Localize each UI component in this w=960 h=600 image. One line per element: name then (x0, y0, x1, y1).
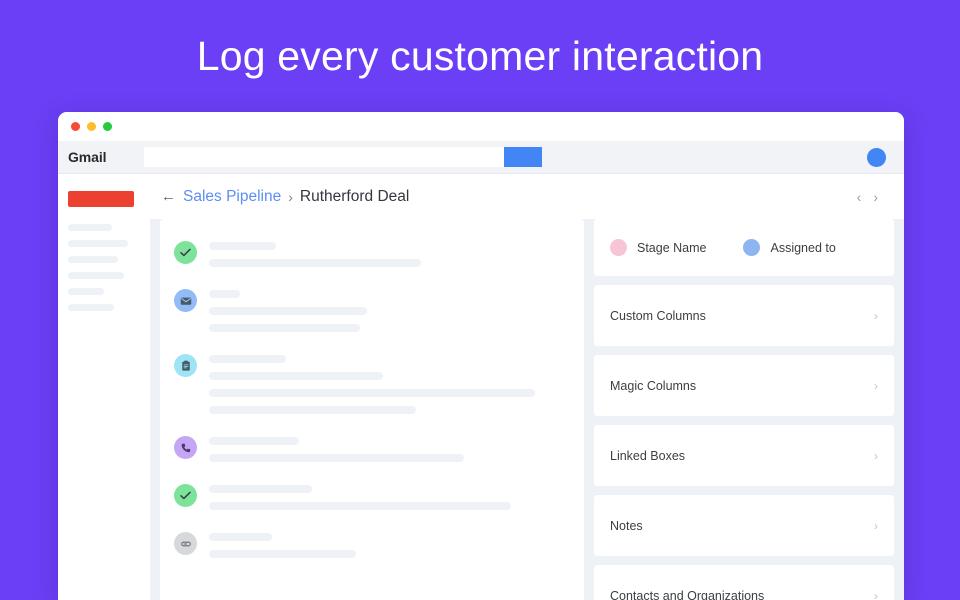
chevron-right-icon: › (874, 588, 878, 600)
sidebar-skeleton-line (68, 240, 128, 247)
window-chrome-bar (58, 112, 904, 141)
timeline-item[interactable] (174, 482, 570, 510)
legend-label: Stage Name (637, 240, 707, 255)
main-column: ← Sales Pipeline › Rutherford Deal ‹ › S… (150, 174, 904, 600)
chevron-left-icon[interactable]: ‹ (851, 190, 868, 204)
skeleton-bar (209, 485, 312, 493)
assigned-to-dot-icon (743, 239, 761, 256)
chevron-right-icon: › (874, 518, 878, 533)
detail-row-label: Linked Boxes (610, 448, 686, 463)
search-button[interactable] (504, 147, 542, 167)
sidebar-skeleton-line (68, 224, 112, 231)
legend-item-stage-name[interactable]: Stage Name (610, 239, 706, 256)
search-bar (144, 147, 542, 167)
skeleton-bar (209, 372, 383, 380)
skeleton-bar (209, 259, 421, 267)
sidebar-nav-skeleton (68, 224, 150, 311)
page-title: Log every customer interaction (196, 32, 764, 79)
search-input[interactable] (144, 147, 504, 167)
check-circle-icon (174, 484, 197, 507)
skeleton-bar (209, 533, 272, 541)
check-circle-icon (174, 241, 197, 264)
timeline-item[interactable] (174, 239, 570, 267)
skeleton-bar (209, 454, 464, 462)
details-panel: Stage Name Assigned to Custom Columns › … (594, 219, 894, 600)
timeline-item[interactable] (174, 434, 570, 462)
avatar[interactable] (867, 147, 886, 167)
timeline-item-skeleton (209, 434, 570, 462)
stage-name-dot-icon (610, 239, 627, 256)
app-body: ← Sales Pipeline › Rutherford Deal ‹ › S… (58, 174, 904, 600)
chevron-right-icon: › (874, 378, 878, 393)
legend-card: Stage Name Assigned to (594, 219, 894, 276)
detail-row-magic-columns[interactable]: Magic Columns › (594, 355, 894, 416)
hero-banner: Log every customer interaction (0, 0, 960, 112)
detail-row-label: Contacts and Organizations (610, 588, 765, 600)
sidebar-skeleton-line (68, 272, 124, 279)
timeline-item-skeleton (209, 352, 570, 414)
back-arrow-icon[interactable]: ← (161, 189, 176, 204)
timeline-item-skeleton (209, 482, 570, 510)
skeleton-bar (209, 355, 286, 363)
breadcrumb: ← Sales Pipeline › Rutherford Deal ‹ › (150, 174, 904, 219)
skeleton-bar (209, 406, 416, 414)
timeline-item-skeleton (209, 239, 570, 267)
gmail-logo: Gmail (68, 149, 107, 165)
skeleton-bar (209, 290, 240, 298)
chevron-right-icon: › (874, 308, 878, 323)
sidebar-skeleton-line (68, 288, 104, 295)
detail-row-label: Magic Columns (610, 378, 697, 393)
browser-window: Gmail ← Sales Pipeline › Rutherford Deal… (58, 112, 904, 600)
timeline-item-skeleton (209, 530, 570, 558)
chevron-right-icon[interactable]: › (867, 190, 884, 204)
timeline-item[interactable] (174, 530, 570, 558)
skeleton-bar (209, 242, 276, 250)
timeline-item[interactable] (174, 352, 570, 414)
close-window-icon[interactable] (71, 122, 80, 131)
phone-icon (174, 436, 197, 459)
skeleton-bar (209, 307, 367, 315)
detail-row-notes[interactable]: Notes › (594, 495, 894, 556)
timeline-item[interactable] (174, 287, 570, 332)
timeline-item-skeleton (209, 287, 570, 332)
envelope-icon (174, 289, 197, 312)
sidebar-skeleton-line (68, 256, 118, 263)
detail-row-custom-columns[interactable]: Custom Columns › (594, 285, 894, 346)
maximize-window-icon[interactable] (103, 122, 112, 131)
minimize-window-icon[interactable] (87, 122, 96, 131)
detail-row-label: Custom Columns (610, 308, 706, 323)
skeleton-bar (209, 324, 360, 332)
compose-button[interactable] (68, 191, 134, 207)
detail-row-label: Notes (610, 518, 643, 533)
attachment-icon (174, 532, 197, 555)
sidebar (58, 174, 150, 600)
breadcrumb-link-sales-pipeline[interactable]: Sales Pipeline (183, 188, 281, 206)
skeleton-bar (209, 502, 511, 510)
activity-timeline (160, 219, 584, 600)
skeleton-bar (209, 550, 356, 558)
sidebar-skeleton-line (68, 304, 114, 311)
skeleton-bar (209, 437, 299, 445)
legend-label: Assigned to (770, 240, 836, 255)
detail-row-linked-boxes[interactable]: Linked Boxes › (594, 425, 894, 486)
breadcrumb-current-page: Rutherford Deal (299, 187, 410, 205)
content-panes: Stage Name Assigned to Custom Columns › … (150, 219, 904, 600)
gmail-top-bar: Gmail (58, 141, 904, 174)
chevron-right-icon: › (874, 448, 878, 463)
legend-item-assigned-to[interactable]: Assigned to (743, 239, 836, 256)
clipboard-icon (174, 354, 197, 377)
breadcrumb-separator-icon: › (288, 188, 293, 205)
skeleton-bar (209, 389, 535, 397)
detail-row-contacts-and-organizations[interactable]: Contacts and Organizations › (594, 565, 894, 600)
